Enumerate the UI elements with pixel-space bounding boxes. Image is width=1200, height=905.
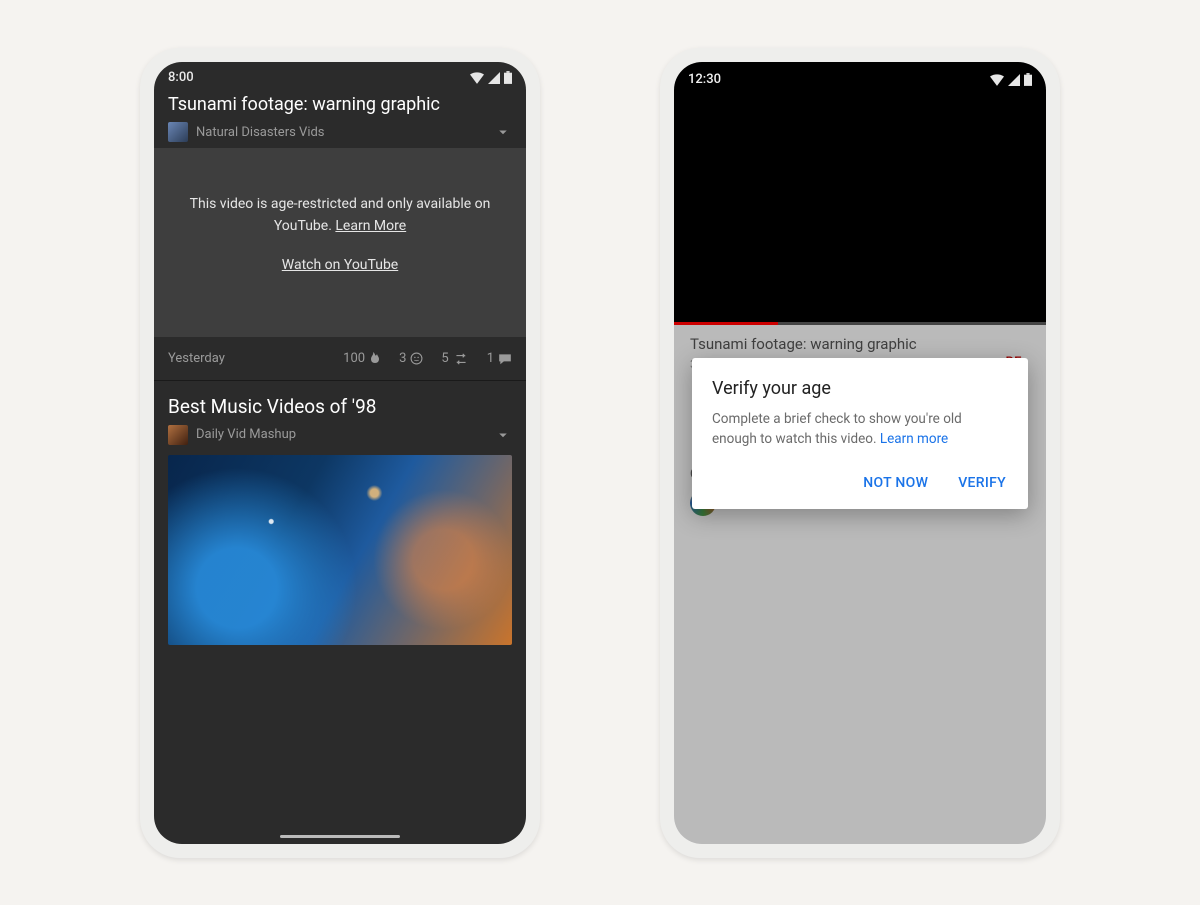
cell-signal-icon xyxy=(488,72,500,84)
wifi-icon xyxy=(990,74,1004,86)
video-thumbnail[interactable] xyxy=(168,455,512,645)
status-icons xyxy=(470,71,512,84)
face-icon xyxy=(410,352,423,365)
learn-more-link[interactable]: Learn more xyxy=(880,431,948,447)
video-meta-row: Yesterday 100 3 5 1 xyxy=(154,337,526,381)
home-indicator[interactable] xyxy=(280,835,400,838)
dialog-title: Verify your age xyxy=(712,378,1008,399)
status-bar: 8:00 xyxy=(154,62,526,90)
verify-age-dialog: Verify your age Complete a brief check t… xyxy=(692,358,1028,510)
meta-shares[interactable]: 5 xyxy=(441,351,468,366)
verify-button[interactable]: VERIFY xyxy=(956,469,1008,497)
video-title: Best Music Videos of '98 xyxy=(168,395,512,419)
meta-faces[interactable]: 3 xyxy=(399,351,423,366)
video-item-2[interactable]: Best Music Videos of '98 Daily Vid Mashu… xyxy=(154,381,526,651)
cell-signal-icon xyxy=(1008,74,1020,86)
fire-icon xyxy=(369,352,381,366)
age-restricted-panel: This video is age-restricted and only av… xyxy=(154,148,526,337)
status-icons xyxy=(990,73,1032,86)
not-now-button[interactable]: NOT NOW xyxy=(861,469,930,497)
status-time: 12:30 xyxy=(688,72,721,87)
channel-avatar[interactable] xyxy=(168,122,188,142)
video-player[interactable] xyxy=(674,92,1046,322)
battery-icon xyxy=(504,71,512,84)
phone-screen-right: 12:30 Tsunami footage: warning graphic 3… xyxy=(674,62,1046,844)
meta-time: Yesterday xyxy=(168,351,225,366)
chevron-down-icon[interactable] xyxy=(494,426,512,444)
video-title: Tsunami footage: warning graphic xyxy=(168,94,512,117)
channel-name[interactable]: Daily Vid Mashup xyxy=(196,427,296,442)
wifi-icon xyxy=(470,72,484,84)
learn-more-link[interactable]: Learn More xyxy=(335,218,406,234)
status-bar: 12:30 xyxy=(674,62,1046,92)
battery-icon xyxy=(1024,73,1032,86)
video-item-1[interactable]: Tsunami footage: warning graphic Natural… xyxy=(154,90,526,149)
chevron-down-icon[interactable] xyxy=(494,123,512,141)
phone-screen-left: 8:00 Tsunami footage: warning graphic Na… xyxy=(154,62,526,844)
phone-frame-right: 12:30 Tsunami footage: warning graphic 3… xyxy=(660,48,1060,858)
meta-reactions[interactable]: 100 xyxy=(343,351,381,366)
repost-icon xyxy=(453,353,469,365)
dialog-body: Complete a brief check to show you're ol… xyxy=(712,409,1008,450)
phone-frame-left: 8:00 Tsunami footage: warning graphic Na… xyxy=(140,48,540,858)
comment-icon xyxy=(498,353,512,365)
channel-name[interactable]: Natural Disasters Vids xyxy=(196,125,325,140)
watch-on-youtube-link[interactable]: Watch on YouTube xyxy=(282,255,398,277)
meta-comments[interactable]: 1 xyxy=(487,351,512,366)
status-time: 8:00 xyxy=(168,70,194,85)
channel-avatar[interactable] xyxy=(168,425,188,445)
